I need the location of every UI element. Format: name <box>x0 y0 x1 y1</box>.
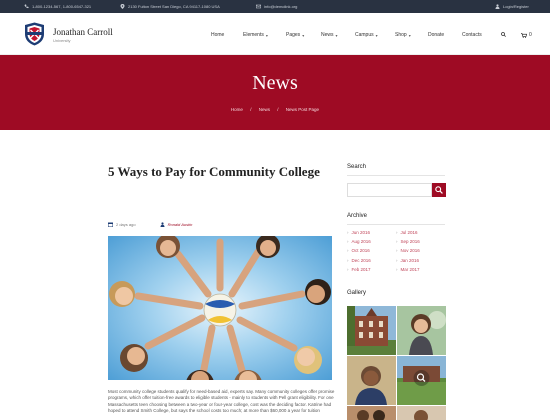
nav-elements[interactable]: Elements ▾ <box>243 32 268 38</box>
phone-icon <box>24 4 29 9</box>
brand-subtitle: University <box>53 38 71 43</box>
calendar-icon <box>108 222 113 227</box>
top-info-bar: 1-800-1234-567, 1-800-6547-321 2130 Fult… <box>0 0 550 13</box>
nav-contacts-label: Contacts <box>462 32 482 38</box>
student-woman-photo <box>397 306 446 355</box>
post-author-link[interactable]: Ronald Austin <box>168 222 193 227</box>
archive-link[interactable]: Jan 2016 <box>396 258 420 263</box>
nav-pages[interactable]: Pages ▾ <box>286 32 304 38</box>
nav-elements-label: Elements <box>243 32 264 38</box>
chevron-down-icon: ▾ <box>408 32 411 38</box>
phone-info: 1-800-1234-567, 1-800-6547-321 <box>24 4 91 9</box>
nav-home[interactable]: Home <box>211 32 224 38</box>
search-icon <box>435 186 443 194</box>
gallery-thumbnail[interactable] <box>397 306 446 355</box>
archive-title-divider <box>347 224 445 225</box>
page-title: News <box>252 72 298 94</box>
post-date: 2 days ago <box>116 222 136 227</box>
gallery-thumbnail[interactable] <box>397 356 446 405</box>
post-title: 5 Ways to Pay for Community College <box>108 164 320 179</box>
archive-link[interactable]: Sep 2016 <box>396 239 420 244</box>
search-icon <box>501 32 506 37</box>
university-crest-logo[interactable] <box>24 22 45 46</box>
student-group-photo <box>347 406 396 420</box>
email-link[interactable]: info@demolink.org <box>264 4 297 9</box>
archive-link[interactable]: Feb 2017 <box>347 267 371 272</box>
campus-building-photo <box>347 306 396 355</box>
mail-icon <box>256 4 261 9</box>
nav-shop[interactable]: Shop ▾ <box>395 32 411 38</box>
archive-link[interactable]: Jun 2016 <box>347 230 371 235</box>
post-meta: 2 days ago Ronald Austin <box>108 222 192 227</box>
archive-link[interactable]: Dec 2016 <box>347 258 371 263</box>
address-text: 2130 Fulton Street San Diego, CA 94117-1… <box>128 4 220 9</box>
gallery-widget-title: Gallery <box>347 290 367 296</box>
nav-contacts[interactable]: Contacts <box>462 32 482 38</box>
search-title-divider <box>347 175 445 176</box>
account-link[interactable]: Login/Register <box>495 4 529 9</box>
nav-donate-label: Donate <box>428 32 445 38</box>
archive-link[interactable]: Mar 2017 <box>396 267 420 272</box>
gallery-thumbnail[interactable] <box>347 406 396 420</box>
archive-widget-title: Archive <box>347 213 368 219</box>
chevron-down-icon: ▾ <box>265 32 268 38</box>
chevron-down-icon: ▾ <box>375 32 378 38</box>
student-portrait-photo <box>397 406 446 420</box>
student-man-photo <box>347 356 396 405</box>
site-header: Jonathan Carroll University Home Element… <box>0 13 550 55</box>
breadcrumb-separator: / <box>250 107 252 112</box>
gallery-thumbnail[interactable] <box>347 306 396 355</box>
sidebar-search-input[interactable] <box>347 183 432 197</box>
nav-pages-label: Pages <box>286 32 301 38</box>
phone-numbers: 1-800-1234-567, 1-800-6547-321 <box>32 4 92 9</box>
author-icon <box>160 222 165 227</box>
nav-news-label: News <box>321 32 334 38</box>
nav-shop-label: Shop <box>395 32 407 38</box>
email-info[interactable]: info@demolink.org <box>256 4 297 9</box>
students-volleyball-photo <box>108 236 332 380</box>
archive-link[interactable]: Nov 2016 <box>396 248 420 253</box>
nav-news[interactable]: News ▾ <box>321 32 338 38</box>
breadcrumb-current: News Post Page <box>285 107 320 112</box>
archive-link[interactable]: Jul 2016 <box>396 230 418 235</box>
search-widget-title: Search <box>347 164 367 170</box>
location-icon <box>120 4 125 9</box>
nav-donate[interactable]: Donate <box>428 32 444 38</box>
page-hero-banner: News Home / News / News Post Page <box>0 55 550 130</box>
campus-lawn-photo <box>397 356 446 405</box>
sidebar-search-button[interactable] <box>432 183 446 197</box>
cart-button[interactable]: 0 <box>521 32 532 38</box>
post-excerpt: Most community college students qualify … <box>108 389 335 414</box>
chevron-down-icon: ▾ <box>302 32 305 38</box>
header-search-button[interactable] <box>501 32 506 37</box>
cart-count: 0 <box>529 32 532 38</box>
breadcrumb: Home / News / News Post Page <box>0 107 550 112</box>
gallery-thumbnail[interactable] <box>397 406 446 420</box>
archive-link[interactable]: Oct 2016 <box>347 248 370 253</box>
breadcrumb-home[interactable]: Home <box>231 107 243 112</box>
post-featured-image <box>108 236 332 380</box>
archive-link[interactable]: Aug 2016 <box>347 239 371 244</box>
address-info: 2130 Fulton Street San Diego, CA 94117-1… <box>120 4 220 9</box>
login-register-link[interactable]: Login/Register <box>503 4 529 9</box>
nav-home-label: Home <box>211 32 225 38</box>
gallery-thumbnail[interactable] <box>347 356 396 405</box>
brand-name[interactable]: Jonathan Carroll <box>53 27 113 37</box>
user-icon <box>495 4 500 9</box>
breadcrumb-separator: / <box>277 107 279 112</box>
nav-campus[interactable]: Campus ▾ <box>355 32 378 38</box>
breadcrumb-news[interactable]: News <box>259 107 270 112</box>
chevron-down-icon: ▾ <box>335 32 338 38</box>
nav-campus-label: Campus <box>355 32 374 38</box>
cart-icon <box>521 32 527 38</box>
